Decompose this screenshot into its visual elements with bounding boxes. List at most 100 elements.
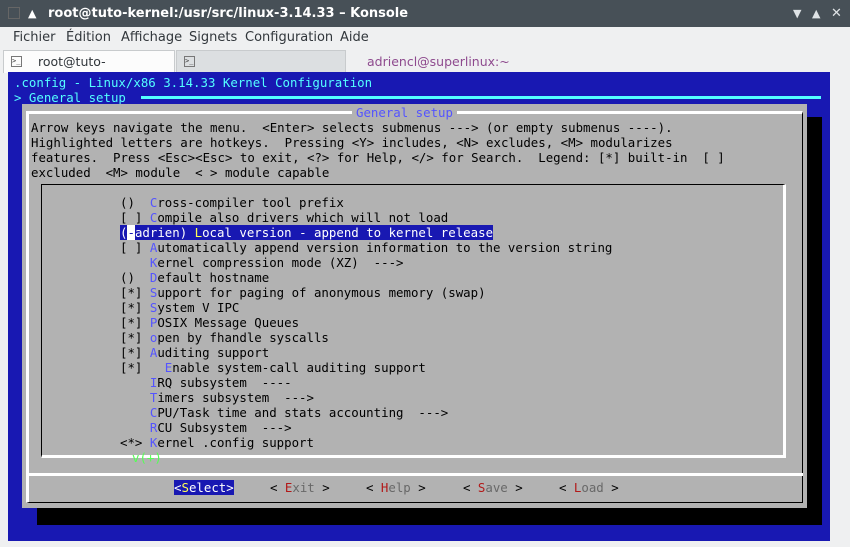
item-prefix: ) [179, 225, 195, 240]
item-label: pen by fhandle syscalls [157, 330, 329, 345]
selected-item-highlight: (-adrien) Local version - append to kern… [120, 225, 494, 240]
item-label: upport for paging of anonymous memory (s… [157, 285, 486, 300]
menu-signets[interactable]: Signets [189, 27, 237, 49]
item-state: () [120, 195, 150, 210]
item-label: ystem V IPC [157, 300, 240, 315]
item-label: nable system-call auditing support [172, 360, 426, 375]
button-bracket: < [559, 480, 574, 495]
maximize-icon[interactable]: ▲ [812, 0, 820, 27]
menu-item[interactable]: () Cross-compiler tool prefix [120, 195, 344, 210]
menu-item[interactable]: (-adrien) Local version - append to kern… [120, 225, 494, 240]
item-state [120, 405, 150, 420]
exit-button[interactable]: < Exit > [270, 480, 330, 495]
menu-fichier[interactable]: Fichier [13, 27, 56, 49]
menu-item[interactable]: CPU/Task time and stats accounting ---> [120, 405, 448, 420]
tab-adriencl-superlinux[interactable]: >_ adriencl@superlinux:~ [176, 50, 510, 73]
window-titlebar: ▲ root@tuto-kernel:/usr/src/linux-3.14.3… [0, 0, 850, 27]
dialog-shadow [37, 508, 822, 525]
button-bracket: > [603, 480, 619, 495]
item-state: [*] [120, 330, 150, 345]
item-state: [*] [120, 285, 150, 300]
item-label: OSIX Message Queues [157, 315, 300, 330]
tab-root-tuto-kernel[interactable]: >_ root@tuto-kernel:/usr/src/linux-3.14.… [3, 50, 175, 113]
item-label: efault hostname [157, 270, 270, 285]
item-state: [*] [120, 345, 150, 360]
general-setup-dialog: General setup Arrow keys navigate the me… [22, 104, 807, 508]
close-icon[interactable]: ✕ [831, 0, 842, 27]
item-state: [*] [120, 360, 165, 375]
menu-item[interactable]: () Default hostname [120, 270, 269, 285]
local-version-value: -adrien [127, 225, 180, 240]
item-state: [ ] [120, 210, 150, 225]
item-state [120, 255, 150, 270]
pin-icon[interactable]: ▲ [28, 0, 36, 27]
item-state: [*] [120, 315, 150, 330]
more-indicator: v(+) [132, 450, 162, 465]
item-label: PU/Task time and stats accounting ---> [157, 405, 449, 420]
load-button[interactable]: < Load > [559, 480, 619, 495]
tab-label: adriencl@superlinux:~ [367, 54, 510, 69]
help-text-line: Arrow keys navigate the menu. <Enter> se… [31, 120, 673, 135]
save-button[interactable]: < Save > [463, 480, 523, 495]
item-label: ompile also drivers which will not load [157, 210, 449, 225]
button-bracket: < [463, 480, 478, 495]
config-header: .config - Linux/x86 3.14.33 Kernel Confi… [14, 75, 373, 90]
item-state: <*> [120, 435, 150, 450]
minimize-icon[interactable]: ▼ [793, 0, 801, 27]
menu-item[interactable]: <*> Kernel .config support [120, 435, 314, 450]
item-state: () [120, 270, 150, 285]
button-label: ave [485, 480, 508, 495]
terminal-view[interactable]: .config - Linux/x86 3.14.33 Kernel Confi… [8, 72, 830, 541]
item-label: ernel compression mode (XZ) ---> [157, 255, 404, 270]
item-state: [*] [120, 300, 150, 315]
dialog-shadow-right [807, 117, 822, 525]
menu-item[interactable]: [ ] Compile also drivers which will not … [120, 210, 448, 225]
menu-aide[interactable]: Aide [340, 27, 369, 49]
menu-item[interactable]: [*] Auditing support [120, 345, 269, 360]
button-bracket: > [507, 480, 523, 495]
terminal-icon: >_ [11, 56, 22, 67]
menu-item[interactable]: RCU Subsystem ---> [120, 420, 292, 435]
dialog-title: General setup [352, 105, 457, 120]
item-label: CU Subsystem ---> [157, 420, 292, 435]
item-label: ernel .config support [157, 435, 314, 450]
item-hotkey: L [194, 225, 203, 240]
select-button[interactable]: <Select> [174, 480, 234, 495]
item-label: ocal version - append to kernel release [202, 225, 494, 240]
item-label: imers subsystem ---> [157, 390, 314, 405]
menu-affichage[interactable]: Affichage [121, 27, 182, 49]
menu-bar: Fichier Édition Affichage Signets Config… [0, 27, 850, 49]
button-separator [26, 473, 803, 476]
window-title: root@tuto-kernel:/usr/src/linux-3.14.33 … [48, 6, 409, 21]
help-text-line: excluded <M> module < > module capable [31, 165, 330, 180]
button-hotkey: S [181, 480, 189, 495]
button-label: elp [388, 480, 411, 495]
terminal-icon: >_ [184, 56, 195, 67]
menu-configuration[interactable]: Configuration [245, 27, 333, 49]
menu-item[interactable]: Timers subsystem ---> [120, 390, 314, 405]
button-bracket: < [270, 480, 285, 495]
menu-item[interactable]: IRQ subsystem ---- [120, 375, 292, 390]
help-button[interactable]: < Help > [366, 480, 426, 495]
help-text-line: Highlighted letters are hotkeys. Pressin… [31, 135, 673, 150]
menu-item[interactable]: [*] Support for paging of anonymous memo… [120, 285, 486, 300]
text-cursor: - [127, 225, 135, 240]
menu-item[interactable]: [*] Enable system-call auditing support [120, 360, 426, 375]
menu-item[interactable]: [ ] Automatically append version informa… [120, 240, 612, 255]
menu-edition[interactable]: Édition [66, 27, 111, 49]
menu-item[interactable]: [*] POSIX Message Queues [120, 315, 299, 330]
button-bracket: > [410, 480, 426, 495]
item-label: ross-compiler tool prefix [157, 195, 344, 210]
button-bracket: < [366, 480, 381, 495]
button-label: elect [188, 480, 227, 495]
menu-item[interactable]: [*] open by fhandle syscalls [120, 330, 329, 345]
item-label: utomatically append version information … [157, 240, 613, 255]
breadcrumb-line [141, 96, 821, 99]
item-state [120, 420, 150, 435]
item-state [120, 375, 150, 390]
menu-item[interactable]: [*] System V IPC [120, 300, 239, 315]
item-state: [ ] [120, 240, 150, 255]
item-label: uditing support [157, 345, 270, 360]
menu-item[interactable]: Kernel compression mode (XZ) ---> [120, 255, 404, 270]
help-text-line: features. Press <Esc><Esc> to exit, <?> … [31, 150, 725, 165]
